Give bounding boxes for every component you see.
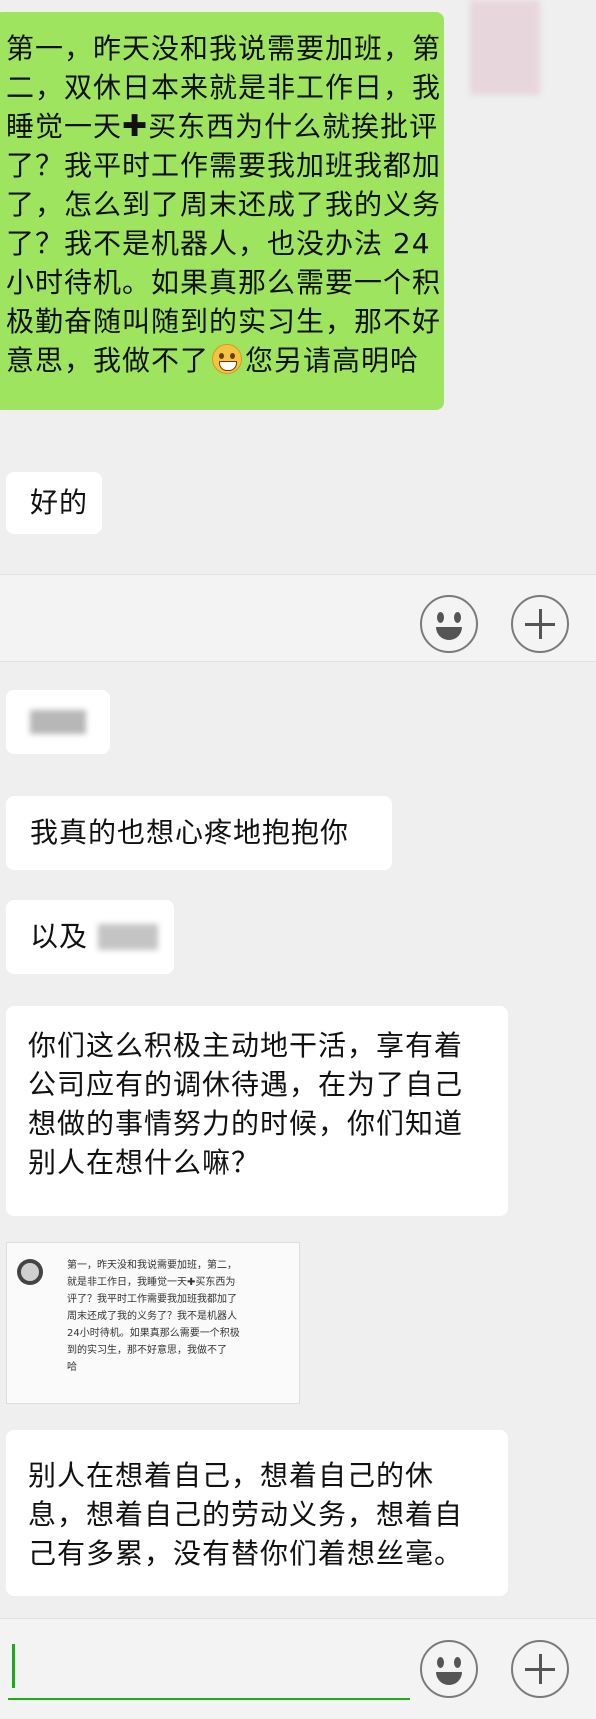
message-text: 睡觉一天: [6, 110, 123, 143]
emoji-button[interactable]: [420, 1640, 478, 1698]
text-cursor: [12, 1644, 15, 1688]
input-toolbar: [0, 574, 596, 662]
smile-face-icon: [422, 597, 476, 651]
thumbnail-line: 第一，昨天没和我说需要加班，第二，: [67, 1260, 237, 1271]
message-line: 极勤奋随叫随到的实习生，那不好: [6, 305, 442, 338]
message-line: 息，想着自己的劳动义务，想着自: [28, 1498, 464, 1531]
message-bubble-received[interactable]: 你们这么积极主动地干活，享有着 公司应有的调休待遇，在为了自己 想做的事情努力的…: [6, 1006, 508, 1216]
message-line: 想做的事情努力的时候，你们知道: [28, 1107, 464, 1140]
message-text: 我真的也想心疼地抱抱你: [30, 816, 350, 849]
plus-emoji-icon: ✚: [122, 109, 149, 144]
message-line: 二，双休日本来就是非工作日，我: [6, 71, 442, 104]
message-bubble-received[interactable]: 好的: [6, 472, 102, 534]
add-button[interactable]: [511, 1640, 569, 1698]
message-line: 公司应有的调休待遇，在为了自己: [28, 1068, 464, 1101]
message-line: 别人在想着自己，想着自己的休: [28, 1459, 435, 1492]
blurred-text: [98, 924, 158, 950]
thumbnail-line: 24小时待机。如果真那么需要一个积极: [67, 1328, 240, 1339]
add-button[interactable]: [511, 595, 569, 653]
message-bubble-received[interactable]: 以及: [6, 900, 174, 974]
blurred-text: [30, 710, 86, 734]
message-text: 买东西为什么就挨批评: [148, 110, 439, 143]
emoji-button[interactable]: [420, 595, 478, 653]
message-bubble-received[interactable]: [6, 690, 110, 754]
message-line: 了？我平时工作需要我加班我都加: [6, 149, 442, 182]
message-line: 别人在想什么嘛？: [28, 1146, 261, 1179]
avatar: [21, 1263, 39, 1281]
thumbnail-line: 哈: [67, 1362, 77, 1373]
message-bubble-sent[interactable]: 第一，昨天没和我说需要加班，第 二，双休日本来就是非工作日，我 睡觉一天✚买东西…: [0, 12, 444, 410]
message-line: 第一，昨天没和我说需要加班，第: [6, 32, 442, 65]
grin-emoji-icon: [212, 344, 243, 374]
message-input[interactable]: [8, 1636, 410, 1700]
avatar[interactable]: [470, 0, 540, 95]
message-text: 意思，我做不了: [6, 344, 210, 377]
thumbnail-line: 评了？我平时工作需要我加班我都加了: [67, 1294, 237, 1305]
message-line: 小时待机。如果真那么需要一个积: [6, 266, 442, 299]
input-underline: [8, 1698, 410, 1700]
message-text: 您另请高明哈: [245, 344, 420, 377]
thumbnail-line: 周末还成了我的义务了？我不是机器人: [67, 1311, 237, 1322]
smile-face-icon: [422, 1642, 476, 1696]
message-line: 了？我不是机器人，也没办法 24: [6, 227, 431, 260]
message-text: 好的: [30, 486, 89, 519]
message-line: 了，怎么到了周末还成了我的义务: [6, 188, 442, 221]
plus-circle-icon: [513, 1642, 567, 1696]
plus-circle-icon: [513, 597, 567, 651]
message-bubble-received[interactable]: 我真的也想心疼地抱抱你: [6, 796, 392, 870]
thumbnail-line: 到的实习生，那不好意思，我做不了: [67, 1345, 227, 1356]
thumbnail-line: 就是非工作日，我睡觉一天✚买东西为: [67, 1277, 236, 1288]
message-bubble-received[interactable]: 别人在想着自己，想着自己的休 息，想着自己的劳动义务，想着自 己有多累，没有替你…: [6, 1430, 508, 1596]
message-line: 己有多累，没有替你们着想丝毫。: [28, 1537, 464, 1570]
screenshot-thumbnail[interactable]: 第一，昨天没和我说需要加班，第二， 就是非工作日，我睡觉一天✚买东西为 评了？我…: [6, 1242, 300, 1404]
message-line: 你们这么积极主动地干活，享有着: [28, 1029, 464, 1062]
